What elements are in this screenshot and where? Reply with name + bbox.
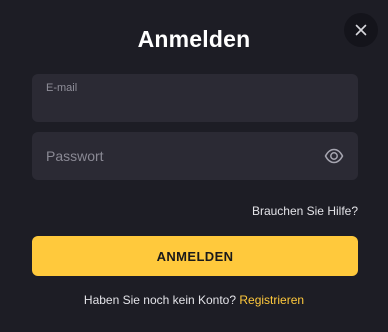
help-link[interactable]: Brauchen Sie Hilfe? — [252, 204, 358, 218]
register-link[interactable]: Registrieren — [239, 293, 304, 307]
signup-prompt-text: Haben Sie noch kein Konto? — [83, 293, 237, 307]
login-button[interactable]: ANMELDEN — [32, 236, 358, 276]
password-field[interactable] — [32, 132, 358, 180]
password-input[interactable] — [46, 132, 308, 180]
email-input[interactable] — [46, 100, 344, 116]
signup-prompt: Haben Sie noch kein Konto? Registrieren — [0, 293, 388, 307]
email-field[interactable]: E-mail — [32, 74, 358, 122]
eye-icon[interactable] — [324, 146, 344, 166]
login-modal: Anmelden E-mail Brauchen Sie Hilfe? ANME… — [0, 0, 388, 332]
email-label: E-mail — [46, 82, 78, 94]
modal-title: Anmelden — [137, 26, 251, 52]
